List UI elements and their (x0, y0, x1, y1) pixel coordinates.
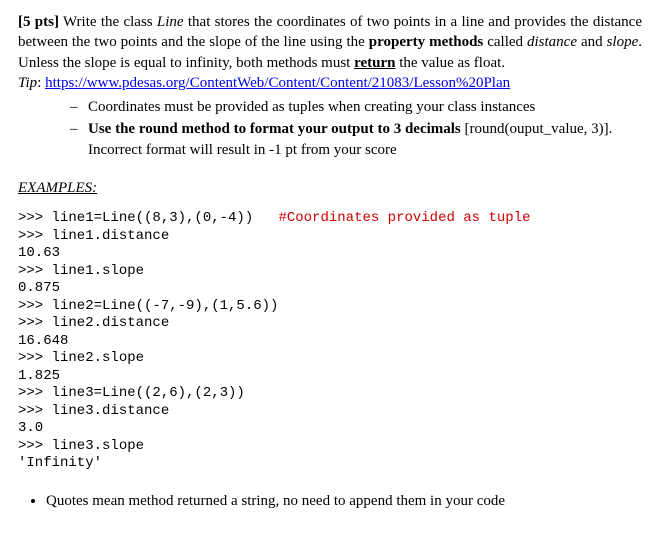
intro-text-c: called (483, 34, 527, 50)
footer-note-list: Quotes mean method returned a string, no… (18, 491, 642, 511)
code-line: >>> line1.distance (18, 228, 169, 244)
tip-label: Tip (18, 75, 37, 91)
footer-note: Quotes mean method returned a string, no… (46, 491, 642, 511)
requirement-list: Coordinates must be provided as tuples w… (18, 97, 642, 160)
problem-statement: [5 pts] Write the class Line that stores… (18, 12, 642, 73)
code-line: 3.0 (18, 420, 43, 436)
return-word: return (354, 55, 395, 71)
code-line: >>> line3=Line((2,6),(2,3)) (18, 385, 245, 401)
method-slope: slope (607, 34, 639, 50)
code-line: >>> line3.distance (18, 403, 169, 419)
code-line: 'Infinity' (18, 455, 102, 471)
code-line: >>> line2.distance (18, 315, 169, 331)
code-line: >>> line1=Line((8,3),(0,-4)) (18, 210, 278, 226)
examples-heading: EXAMPLES: (18, 178, 642, 198)
intro-text-f: the value as float. (395, 55, 505, 71)
list-item: Use the round method to format your outp… (70, 119, 642, 160)
points-label: [5 pts] (18, 14, 59, 30)
intro-text-a: Write the class (59, 14, 157, 30)
bullet1-text: Coordinates must be provided as tuples w… (88, 99, 535, 115)
property-methods-label: property methods (369, 34, 484, 50)
tip-link[interactable]: https://www.pdesas.org/ContentWeb/Conten… (45, 75, 510, 91)
code-line: 16.648 (18, 333, 68, 349)
method-distance: distance (527, 34, 577, 50)
list-item: Coordinates must be provided as tuples w… (70, 97, 642, 117)
code-line: >>> line2.slope (18, 350, 144, 366)
tip-line: Tip: https://www.pdesas.org/ContentWeb/C… (18, 73, 642, 93)
code-comment: #Coordinates provided as tuple (278, 210, 530, 226)
code-line: 1.825 (18, 368, 60, 384)
code-line: 10.63 (18, 245, 60, 261)
code-line: >>> line1.slope (18, 263, 144, 279)
code-line: 0.875 (18, 280, 60, 296)
code-block: >>> line1=Line((8,3),(0,-4)) #Coordinate… (18, 210, 642, 473)
code-line: >>> line2=Line((-7,-9),(1,5.6)) (18, 298, 278, 314)
class-name: Line (157, 14, 184, 30)
intro-text-d: and (577, 34, 607, 50)
code-line: >>> line3.slope (18, 438, 144, 454)
bullet2-bold: Use the round method to format your outp… (88, 121, 461, 137)
